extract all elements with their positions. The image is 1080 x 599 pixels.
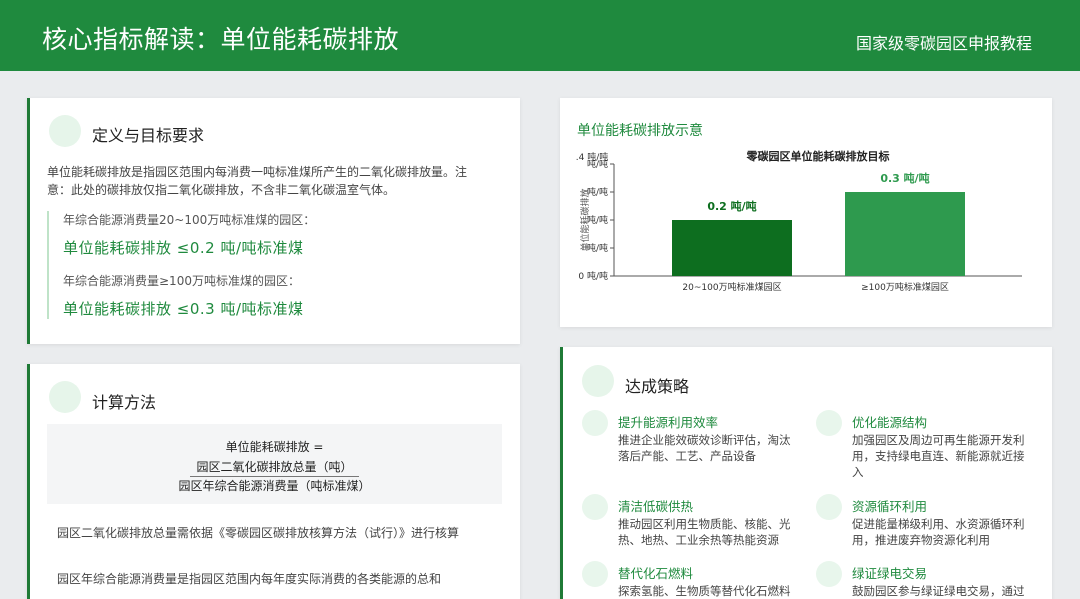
- target-requirements: 年综合能源消费量20~100万吨标准煤的园区： 单位能耗碳排放 ≤0.2 吨/吨…: [47, 211, 487, 319]
- chart-card: 单位能耗碳排放示意 零碳园区单位能耗碳排放目标 0 吨/吨 吨/吨 吨/吨 吨/吨 吨/吨…: [560, 98, 1052, 327]
- strategy-text: 探索氢能、生物质等替代化石燃料: [618, 584, 791, 598]
- y-tick-label: 0 吨/吨: [578, 270, 608, 282]
- strategy-heading: 绿证绿电交易: [852, 566, 928, 581]
- strategy-heading: 替代化石燃料: [618, 566, 694, 581]
- bar: [845, 192, 965, 276]
- bar-chart: 零碳园区单位能耗碳排放目标0 吨/吨吨/吨吨/吨吨/吨吨/吨.4 吨/吨单位能耗…: [576, 149, 1022, 293]
- strategy-icon: [816, 561, 842, 587]
- calculation-title: 计算方法: [92, 393, 157, 412]
- strategy-text: 加强园区及周边可再生能源开发利用，支持绿电直连、新能源就近接入: [852, 433, 1025, 479]
- strategy-heading: 优化能源结构: [852, 415, 928, 430]
- definition-description: 单位能耗碳排放是指园区范围内每消费一吨标准煤所产生的二氧化碳排放量。注意：此处的…: [47, 165, 468, 197]
- strategy-text: 推进企业能效碳效诊断评估，淘汰落后产能、工艺、产品设备: [618, 433, 791, 463]
- page-subtitle: 国家级零碳园区申报教程: [855, 34, 1032, 53]
- strategy-heading: 资源循环利用: [852, 499, 928, 514]
- header-bar: 核心指标解读：单位能耗碳排放 国家级零碳园区申报教程: [0, 0, 1080, 71]
- strategy-icon: [582, 561, 608, 587]
- calculation-note-2: 园区年综合能源消费量是指园区范围内每年度实际消费的各类能源的总和: [57, 572, 442, 586]
- tier1-value: 单位能耗碳排放 ≤0.2 吨/吨标准煤: [63, 239, 304, 257]
- x-tick-label: 20~100万吨标准煤园区: [682, 281, 781, 293]
- formula-numerator: 园区二氧化碳排放总量（吨）: [190, 460, 359, 477]
- bar: [672, 220, 792, 276]
- formula-box: 单位能耗碳排放 = 园区二氧化碳排放总量（吨） 园区年综合能源消费量（吨标准煤）: [47, 424, 502, 504]
- strategy-heading: 提升能源利用效率: [618, 415, 719, 430]
- y-axis-label: 单位能耗碳排放: [579, 188, 591, 251]
- section-icon: [49, 381, 81, 413]
- strategy-heading: 清洁低碳供热: [618, 499, 694, 514]
- x-tick-label: ≥100万吨标准煤园区: [861, 281, 949, 293]
- calculation-note-1: 园区二氧化碳排放总量需依据《零碳园区碳排放核算方法（试行）》进行核算: [57, 526, 460, 540]
- bar-value-label: 0.3 吨/吨: [880, 171, 929, 185]
- strategy-icon: [582, 494, 608, 520]
- strategy-card: 达成策略 提升能源利用效率 推进企业能效碳效诊断评估，淘汰落后产能、工艺、产品设…: [560, 347, 1052, 599]
- formula-line: 单位能耗碳排放 =: [225, 440, 324, 454]
- page-title: 核心指标解读：单位能耗碳排放: [42, 25, 400, 54]
- section-icon: [49, 115, 81, 147]
- strategy-icon: [582, 410, 608, 436]
- calculation-card: 计算方法 单位能耗碳排放 = 园区二氧化碳排放总量（吨） 园区年综合能源消费量（…: [27, 364, 520, 599]
- chart-title: 零碳园区单位能耗碳排放目标: [746, 149, 890, 163]
- formula-denominator: 园区年综合能源消费量（吨标准煤）: [178, 479, 371, 493]
- definition-title: 定义与目标要求: [92, 126, 205, 145]
- tier2-value: 单位能耗碳排放 ≤0.3 吨/吨标准煤: [63, 300, 304, 318]
- section-icon: [582, 365, 614, 397]
- strategy-title: 达成策略: [625, 377, 690, 396]
- definition-card: 定义与目标要求 单位能耗碳排放是指园区范围内每消费一吨标准煤所产生的二氧化碳排放…: [27, 98, 520, 344]
- strategy-text: 推动园区利用生物质能、核能、光热、地热、工业余热等热能资源: [618, 517, 791, 547]
- y-tick-top-label: .4 吨/吨: [576, 151, 608, 163]
- strategy-icon: [816, 494, 842, 520]
- tier1-label: 年综合能源消费量20~100万吨标准煤的园区：: [63, 213, 316, 227]
- bar-value-label: 0.2 吨/吨: [707, 199, 756, 213]
- tier2-label: 年综合能源消费量≥100万吨标准煤的园区：: [63, 274, 300, 288]
- strategy-text: 鼓励园区参与绿证绿电交易，通过: [852, 584, 1025, 598]
- strategy-text: 促进能量梯级利用、水资源循环利用，推进废弃物资源化利用: [852, 517, 1025, 547]
- strategy-icon: [816, 410, 842, 436]
